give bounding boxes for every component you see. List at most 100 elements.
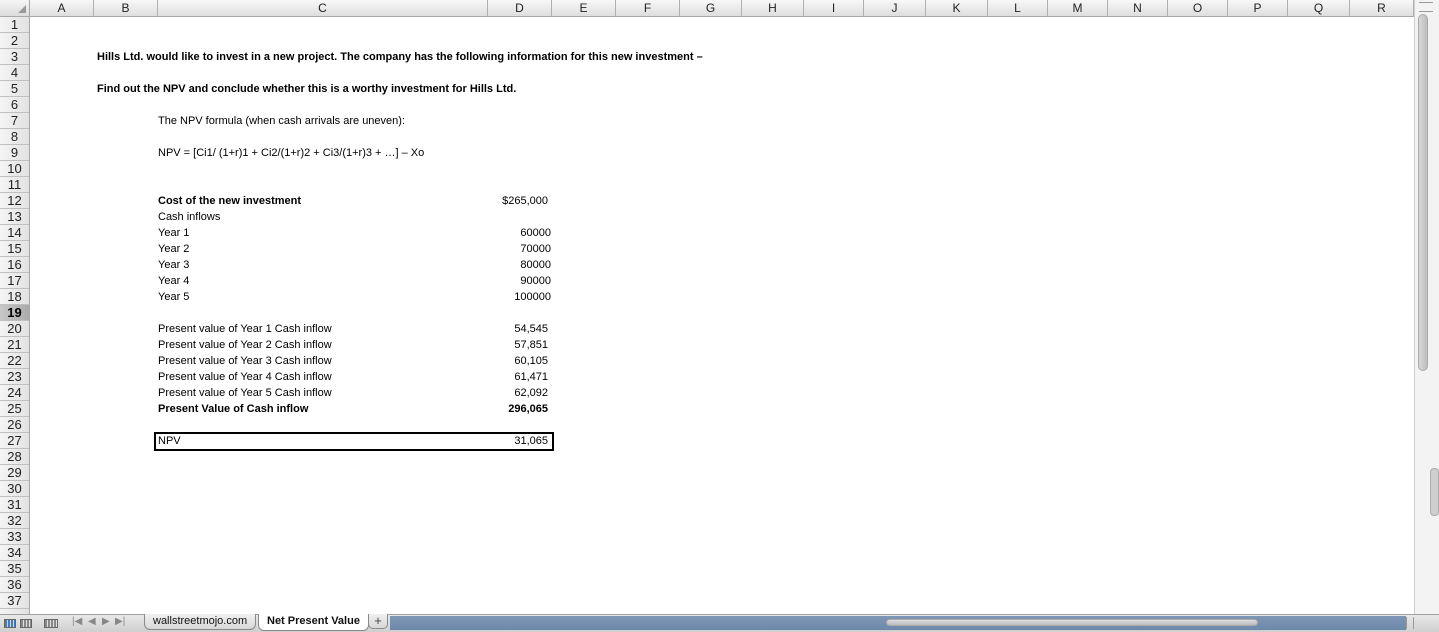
cell-year-label[interactable]: Year 3 — [158, 257, 189, 273]
column-header-h[interactable]: H — [742, 0, 804, 16]
row-header-4[interactable]: 4 — [0, 65, 29, 81]
cell-year-value[interactable]: 90000 — [460, 273, 551, 289]
row-header-12[interactable]: 12 — [0, 193, 29, 209]
row-header-33[interactable]: 33 — [0, 529, 29, 545]
row-header-28[interactable]: 28 — [0, 449, 29, 465]
vertical-scrollbar[interactable] — [1414, 0, 1439, 614]
horizontal-split-handle[interactable] — [1406, 617, 1414, 629]
horizontal-scroll-thumb[interactable] — [886, 619, 1258, 626]
sheet-tab-net-present-value[interactable]: Net Present Value — [258, 614, 369, 631]
row-header-13[interactable]: 13 — [0, 209, 29, 225]
cell-pv-label[interactable]: Present value of Year 1 Cash inflow — [158, 321, 332, 337]
row-header-36[interactable]: 36 — [0, 577, 29, 593]
row-header-18[interactable]: 18 — [0, 289, 29, 305]
row-header-7[interactable]: 7 — [0, 113, 29, 129]
column-header-r[interactable]: R — [1350, 0, 1414, 16]
cell-b3-intro[interactable]: Hills Ltd. would like to invest in a new… — [97, 49, 703, 65]
cell-c7-formula-label[interactable]: The NPV formula (when cash arrivals are … — [158, 113, 405, 129]
row-header-3[interactable]: 3 — [0, 49, 29, 65]
cell-year-label[interactable]: Year 4 — [158, 273, 189, 289]
row-header-34[interactable]: 34 — [0, 545, 29, 561]
vertical-scroll-thumb[interactable] — [1418, 14, 1428, 371]
page-break-view-icon[interactable] — [44, 619, 58, 628]
next-sheet-arrow-icon[interactable]: ▶ — [102, 616, 110, 627]
column-header-l[interactable]: L — [988, 0, 1048, 16]
row-header-22[interactable]: 22 — [0, 353, 29, 369]
add-sheet-button[interactable]: + — [368, 614, 388, 629]
row-header-25[interactable]: 25 — [0, 401, 29, 417]
cell-pv-value[interactable]: 57,851 — [460, 337, 548, 353]
row-header-37[interactable]: 37 — [0, 593, 29, 609]
cell-year-value[interactable]: 100000 — [460, 289, 551, 305]
cell-pv-value[interactable]: 62,092 — [460, 385, 548, 401]
row-header-21[interactable]: 21 — [0, 337, 29, 353]
row-header-29[interactable]: 29 — [0, 465, 29, 481]
row-header-24[interactable]: 24 — [0, 385, 29, 401]
column-header-n[interactable]: N — [1108, 0, 1168, 16]
column-header-f[interactable]: F — [616, 0, 680, 16]
row-header-20[interactable]: 20 — [0, 321, 29, 337]
cell-pv-label[interactable]: Present value of Year 5 Cash inflow — [158, 385, 332, 401]
cell-year-label[interactable]: Year 5 — [158, 289, 189, 305]
cell-pv-value[interactable]: 61,471 — [460, 369, 548, 385]
row-header-10[interactable]: 10 — [0, 161, 29, 177]
column-header-e[interactable]: E — [552, 0, 616, 16]
page-layout-view-icon[interactable] — [20, 619, 32, 628]
select-all-corner[interactable] — [0, 0, 30, 17]
cell-pv-value[interactable]: 54,545 — [460, 321, 548, 337]
row-header-1[interactable]: 1 — [0, 17, 29, 33]
row-header-9[interactable]: 9 — [0, 145, 29, 161]
column-header-q[interactable]: Q — [1288, 0, 1350, 16]
row-header-16[interactable]: 16 — [0, 257, 29, 273]
row-header-14[interactable]: 14 — [0, 225, 29, 241]
cell-d12-cost-value[interactable]: $265,000 — [460, 193, 548, 209]
row-header-15[interactable]: 15 — [0, 241, 29, 257]
row-header-26[interactable]: 26 — [0, 417, 29, 433]
cell-c9-formula[interactable]: NPV = [Ci1/ (1+r)1 + Ci2/(1+r)2 + Ci3/(1… — [158, 145, 424, 161]
column-header-a[interactable]: A — [30, 0, 94, 16]
column-header-k[interactable]: K — [926, 0, 988, 16]
cell-pv-label[interactable]: Present value of Year 3 Cash inflow — [158, 353, 332, 369]
row-header-32[interactable]: 32 — [0, 513, 29, 529]
row-header-35[interactable]: 35 — [0, 561, 29, 577]
cell-c13-cash-inflows[interactable]: Cash inflows — [158, 209, 220, 225]
cell-d25-pv-total-value[interactable]: 296,065 — [460, 401, 548, 417]
sheet-tab-wallstreetmojo[interactable]: wallstreetmojo.com — [144, 614, 257, 630]
first-sheet-arrow-icon[interactable]: |◀ — [72, 616, 82, 627]
cell-pv-value[interactable]: 60,105 — [460, 353, 548, 369]
row-header-2[interactable]: 2 — [0, 33, 29, 49]
row-header-6[interactable]: 6 — [0, 97, 29, 113]
column-header-g[interactable]: G — [680, 0, 742, 16]
cell-year-value[interactable]: 80000 — [460, 257, 551, 273]
cell-year-label[interactable]: Year 2 — [158, 241, 189, 257]
cell-year-value[interactable]: 60000 — [460, 225, 551, 241]
row-header-17[interactable]: 17 — [0, 273, 29, 289]
row-header-23[interactable]: 23 — [0, 369, 29, 385]
column-header-d[interactable]: D — [488, 0, 552, 16]
row-header-27[interactable]: 27 — [0, 433, 29, 449]
row-header-8[interactable]: 8 — [0, 129, 29, 145]
column-header-b[interactable]: B — [94, 0, 158, 16]
column-header-c[interactable]: C — [158, 0, 488, 16]
normal-view-icon[interactable] — [4, 619, 16, 628]
cell-b5-question[interactable]: Find out the NPV and conclude whether th… — [97, 81, 516, 97]
prev-sheet-arrow-icon[interactable]: ◀ — [88, 616, 96, 627]
vertical-scroll-lower-thumb[interactable] — [1430, 468, 1439, 516]
cell-d27-npv-value[interactable]: 31,065 — [460, 433, 548, 449]
row-header-5[interactable]: 5 — [0, 81, 29, 97]
row-header-31[interactable]: 31 — [0, 497, 29, 513]
vertical-split-handle[interactable] — [1419, 2, 1433, 12]
row-header-30[interactable]: 30 — [0, 481, 29, 497]
cell-pv-label[interactable]: Present value of Year 2 Cash inflow — [158, 337, 332, 353]
column-header-i[interactable]: I — [804, 0, 864, 16]
cell-year-value[interactable]: 70000 — [460, 241, 551, 257]
column-header-m[interactable]: M — [1048, 0, 1108, 16]
cell-c27-npv-label[interactable]: NPV — [158, 433, 181, 449]
cell-c25-pv-total-label[interactable]: Present Value of Cash inflow — [158, 401, 308, 417]
last-sheet-arrow-icon[interactable]: ▶| — [115, 616, 125, 627]
column-header-p[interactable]: P — [1228, 0, 1288, 16]
worksheet-grid[interactable]: Hills Ltd. would like to invest in a new… — [30, 17, 1414, 614]
row-header-11[interactable]: 11 — [0, 177, 29, 193]
cell-pv-label[interactable]: Present value of Year 4 Cash inflow — [158, 369, 332, 385]
cell-year-label[interactable]: Year 1 — [158, 225, 189, 241]
